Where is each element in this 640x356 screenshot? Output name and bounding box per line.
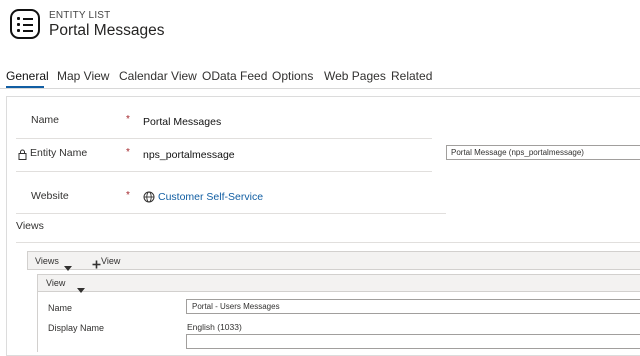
tab-map-view[interactable]: Map View xyxy=(57,69,109,83)
website-link[interactable]: Customer Self-Service xyxy=(158,191,263,203)
website-required-marker: * xyxy=(126,190,130,201)
tab-calendar-view[interactable]: Calendar View xyxy=(119,69,197,83)
lock-icon xyxy=(18,147,27,160)
name-required-marker: * xyxy=(126,114,130,125)
entity-list-icon xyxy=(10,9,40,39)
caret-down-icon[interactable] xyxy=(64,258,72,271)
name-field[interactable]: Portal Messages xyxy=(143,116,221,128)
view-toolbar xyxy=(37,274,640,292)
row-divider xyxy=(16,171,432,172)
tab-web-pages[interactable]: Web Pages xyxy=(324,69,386,83)
view-name-label: Name xyxy=(48,303,73,313)
entity-name-field[interactable]: nps_portalmessage xyxy=(143,149,235,161)
views-menu-label[interactable]: Views xyxy=(35,256,59,266)
globe-icon xyxy=(143,190,155,203)
page-title: Portal Messages xyxy=(49,22,165,39)
view-name-field[interactable]: Portal - Users Messages xyxy=(186,299,640,314)
entity-name-label: Entity Name xyxy=(30,147,88,159)
row-divider xyxy=(16,138,432,139)
tab-odata-feed[interactable]: OData Feed xyxy=(202,69,267,83)
view-menu-label[interactable]: View xyxy=(46,278,65,288)
tab-related[interactable]: Related xyxy=(391,69,432,83)
entity-type-label: ENTITY LIST xyxy=(49,10,111,21)
entity-name-lookup[interactable]: Portal Message (nps_portalmessage) xyxy=(446,145,640,160)
display-name-language: English (1033) xyxy=(187,322,242,332)
name-label: Name xyxy=(31,114,60,126)
website-label: Website xyxy=(31,190,69,202)
views-section-label: Views xyxy=(16,220,44,232)
tab-general[interactable]: General xyxy=(6,69,49,83)
tab-divider xyxy=(0,88,640,89)
caret-down-icon[interactable] xyxy=(77,280,85,293)
display-name-label: Display Name xyxy=(48,323,105,333)
display-name-field[interactable] xyxy=(186,334,640,349)
add-view-button[interactable]: View xyxy=(101,256,120,266)
tab-options[interactable]: Options xyxy=(272,69,313,83)
plus-icon[interactable] xyxy=(92,256,101,269)
entity-name-required-marker: * xyxy=(126,147,130,158)
row-divider xyxy=(16,213,446,214)
